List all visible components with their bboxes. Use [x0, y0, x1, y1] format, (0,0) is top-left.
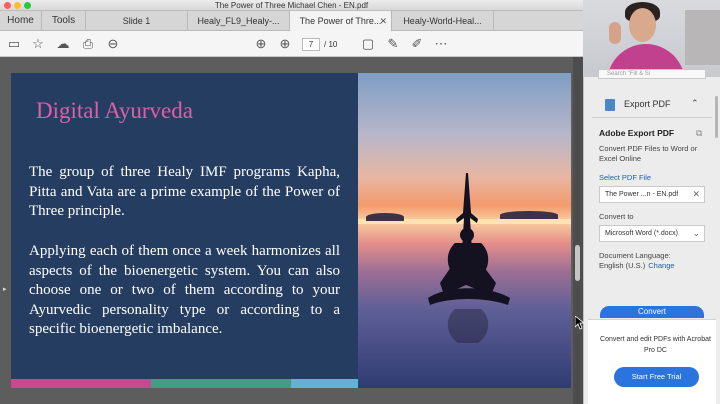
tab-bar: Home Tools Slide 1 Healy_FL9_Healy-... T…: [0, 11, 583, 31]
tab-home[interactable]: Home: [0, 11, 42, 31]
export-pdf-icon: [605, 99, 615, 111]
export-pdf-label: Export PDF: [624, 99, 671, 109]
webcam-overlay: [583, 0, 720, 77]
upload-icon[interactable]: ☁: [55, 36, 71, 52]
page-down-icon[interactable]: ⊕: [277, 36, 293, 52]
panel-scroll-thumb[interactable]: [715, 96, 718, 138]
meditation-silhouette: [428, 173, 510, 343]
print-icon[interactable]: ⎙: [80, 36, 96, 52]
slide-paragraph-2: Applying each of them once a week harmon…: [29, 243, 340, 337]
page-up-icon[interactable]: ⊕: [253, 36, 269, 52]
save-icon[interactable]: ▭: [6, 36, 22, 52]
select-pdf-file-link[interactable]: Select PDF File: [599, 173, 651, 182]
mouse-cursor-icon: [575, 316, 585, 330]
export-pdf-header[interactable]: Export PDF ⌃: [598, 96, 708, 114]
pen-icon[interactable]: ✎: [385, 36, 401, 52]
sign-icon[interactable]: ✐: [409, 36, 425, 52]
more-tools-icon[interactable]: ⋯: [433, 36, 449, 52]
tab-label: Healy-World-Heal...: [403, 16, 482, 26]
promo-text: Convert and edit PDFs with Acrobat Pro D…: [600, 336, 711, 354]
comment-icon[interactable]: ▢: [360, 36, 376, 52]
document-language-label: Document Language:: [599, 251, 671, 260]
slide-title: Digital Ayurveda: [36, 98, 193, 123]
meditation-photo: [358, 73, 571, 388]
viewer-scrollbar[interactable]: [573, 57, 583, 404]
promo-box: [588, 319, 716, 404]
tab-healy-world[interactable]: Healy-World-Heal...: [392, 11, 494, 31]
document-language-value: English (U.S.): [599, 261, 646, 270]
document-language-row: English (U.S.) Change: [599, 261, 675, 270]
close-tab-icon[interactable]: ✕: [379, 11, 387, 31]
zoom-icon[interactable]: ⊖: [105, 36, 121, 52]
copy-icon[interactable]: ⧉: [696, 128, 702, 139]
export-description: Convert PDF Files to Word or Excel Onlin…: [599, 144, 698, 163]
tab-slide-1[interactable]: Slide 1: [86, 11, 188, 31]
collapse-left-icon[interactable]: ▸: [3, 285, 7, 293]
panel-divider: [592, 117, 712, 118]
tab-power-of-three[interactable]: The Power of Thre... ✕: [290, 11, 392, 31]
page-total: / 10: [324, 40, 338, 49]
slide-bar-green: [151, 379, 291, 388]
document-viewer[interactable]: ▸ Digital Ayurveda The group of three He…: [0, 57, 583, 404]
chevron-up-icon[interactable]: ⌃: [691, 98, 699, 109]
panel-search-input[interactable]: Search "Fill & Si: [598, 69, 706, 79]
tab-label: Healy_FL9_Healy-...: [197, 16, 280, 26]
window-title-bar: The Power of Three Michael Chen - EN.pdf: [0, 0, 583, 11]
tab-label: The Power of Thre...: [299, 16, 382, 26]
slide-bar-pink: [11, 379, 151, 388]
convert-to-label: Convert to: [599, 212, 634, 221]
convert-button[interactable]: Convert: [600, 306, 704, 318]
page-number-input[interactable]: 7: [302, 38, 320, 51]
start-free-trial-button[interactable]: Start Free Trial: [614, 367, 699, 387]
slide-paragraph-1: The group of three Healy IMF programs Ka…: [29, 164, 340, 219]
toolbar: ▭ ☆ ☁ ⎙ ⊖ ⊕ ⊕ 7 / 10 ▢ ✎ ✐ ⋯: [0, 31, 583, 57]
pdf-slide: Digital Ayurveda The group of three Heal…: [11, 73, 571, 388]
tab-label: Slide 1: [122, 16, 151, 26]
remove-file-icon[interactable]: ✕: [692, 187, 700, 202]
change-language-link[interactable]: Change: [648, 261, 674, 270]
bookmark-icon[interactable]: ☆: [30, 36, 46, 52]
tab-healy-fl9[interactable]: Healy_FL9_Healy-...: [188, 11, 290, 31]
convert-to-select[interactable]: Microsoft Word (*.docx) ⌄: [599, 225, 705, 242]
viewer-scroll-thumb[interactable]: [575, 245, 580, 281]
slide-bar-blue: [291, 379, 358, 388]
selected-file-name: The Power ...n - EN.pdf: [605, 191, 679, 198]
convert-to-value: Microsoft Word (*.docx): [605, 230, 678, 237]
adobe-export-title: Adobe Export PDF: [599, 128, 675, 138]
chevron-down-icon: ⌄: [692, 228, 700, 238]
window-title: The Power of Three Michael Chen - EN.pdf: [214, 1, 369, 10]
selected-file-field[interactable]: The Power ...n - EN.pdf ✕: [599, 186, 705, 203]
tab-tools[interactable]: Tools: [42, 11, 86, 31]
